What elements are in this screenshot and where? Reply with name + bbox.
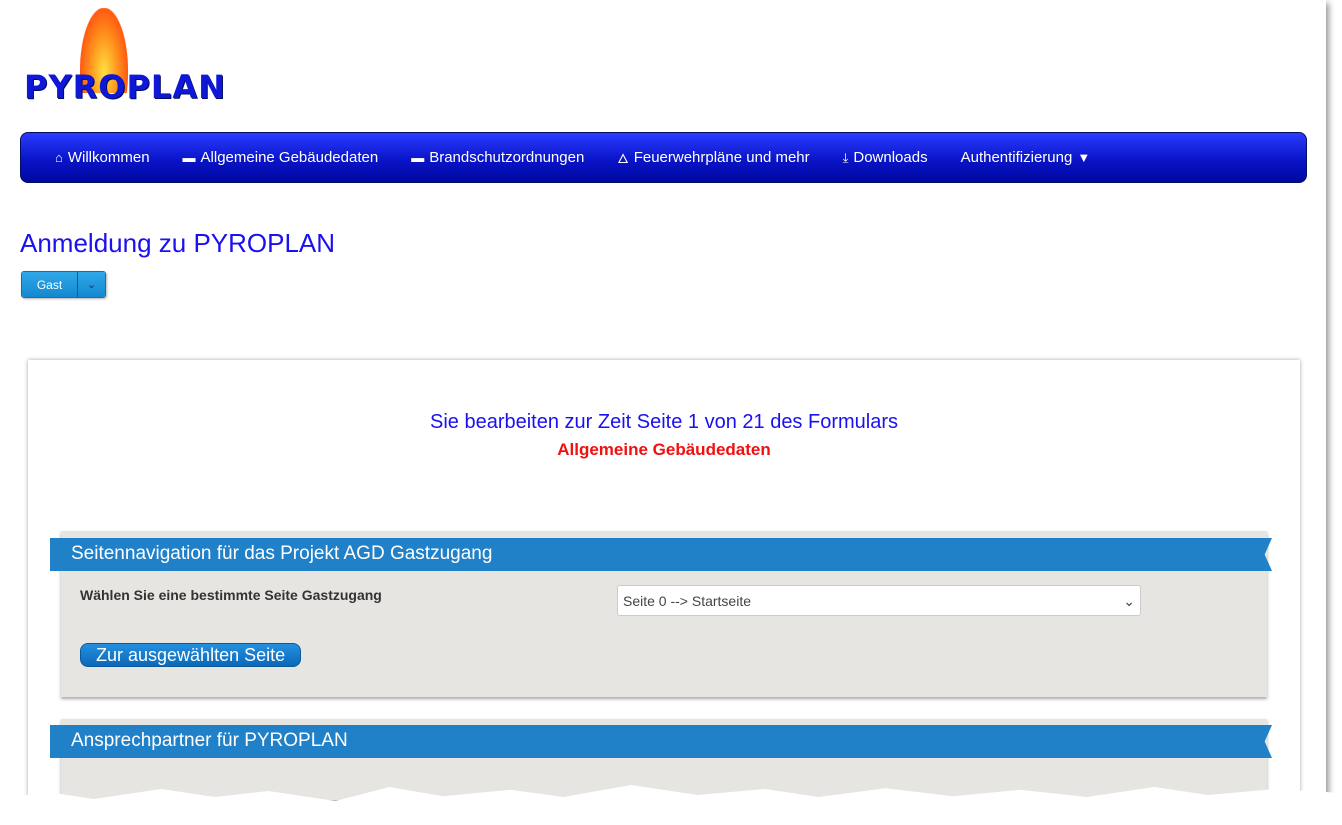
main-nav: ⌂ Willkommen ▬ Allgemeine Gebäudedaten ▬ Br… bbox=[20, 132, 1307, 183]
archive-icon: ▬ bbox=[411, 150, 425, 165]
home-icon: ⌂ bbox=[55, 150, 63, 165]
nav-label: Brandschutzordnungen bbox=[429, 149, 585, 166]
nav-willkommen[interactable]: ⌂ Willkommen bbox=[55, 149, 150, 166]
nav-label: Feuerwehrpläne und mehr bbox=[633, 149, 810, 166]
page-status: Sie bearbeiten zur Zeit Seite 1 von 21 d… bbox=[429, 411, 899, 433]
form-card: Sie bearbeiten zur Zeit Seite 1 von 21 d… bbox=[28, 360, 1300, 800]
page-select-label: Wählen Sie eine bestimmte Seite Gastzuga… bbox=[80, 587, 382, 603]
page-navigation-panel: Seitennavigation für das Projekt AGD Gas… bbox=[50, 531, 1272, 697]
nav-authentifizierung[interactable]: Authentifizierung ▼ bbox=[961, 149, 1091, 166]
pyroplan-logo[interactable]: PYROPLAN bbox=[22, 8, 225, 106]
logo-text: PYROPLAN bbox=[24, 68, 226, 106]
section-header: Seitennavigation für das Projekt AGD Gas… bbox=[50, 538, 1272, 571]
page-select[interactable]: Seite 0 --> Startseite ⌄ bbox=[617, 585, 1141, 616]
user-button[interactable]: Gast bbox=[22, 272, 78, 297]
contact-panel: Ansprechpartner für PYROPLAN bbox=[50, 719, 1272, 800]
nav-downloads[interactable]: ⤓ Downloads bbox=[843, 149, 928, 166]
section-header: Ansprechpartner für PYROPLAN bbox=[50, 725, 1272, 758]
nav-label: Downloads bbox=[853, 149, 928, 166]
go-to-page-button[interactable]: Zur ausgewählten Seite bbox=[80, 643, 301, 667]
nav-label: Authentifizierung bbox=[960, 149, 1073, 166]
chevron-down-icon[interactable]: ⌄ bbox=[78, 272, 105, 297]
page: PYROPLAN ⌂ Willkommen ▬ Allgemeine Gebäude… bbox=[0, 0, 1326, 800]
page-title: Anmeldung zu PYROPLAN bbox=[20, 228, 336, 258]
select-value: Seite 0 --> Startseite bbox=[623, 593, 752, 609]
nav-label: Willkommen bbox=[67, 149, 150, 166]
nav-feuerwehrplaene[interactable]: 🜂 Feuerwehrpläne und mehr bbox=[617, 145, 809, 171]
download-icon: ⤓ bbox=[842, 149, 849, 165]
chevron-down-icon: ⌄ bbox=[1123, 593, 1135, 609]
nav-gebaeudedaten[interactable]: ▬ Allgemeine Gebäudedaten bbox=[183, 149, 379, 166]
fire-icon: 🜂 bbox=[617, 150, 629, 166]
form-section-name: Allgemeine Gebäudedaten bbox=[557, 440, 771, 459]
user-split-button: Gast ⌄ bbox=[21, 271, 106, 298]
caret-down-icon: ▼ bbox=[1077, 150, 1091, 165]
archive-icon: ▬ bbox=[182, 150, 196, 165]
nav-brandschutzordnungen[interactable]: ▬ Brandschutzordnungen bbox=[411, 149, 584, 166]
nav-label: Allgemeine Gebäudedaten bbox=[200, 149, 379, 166]
